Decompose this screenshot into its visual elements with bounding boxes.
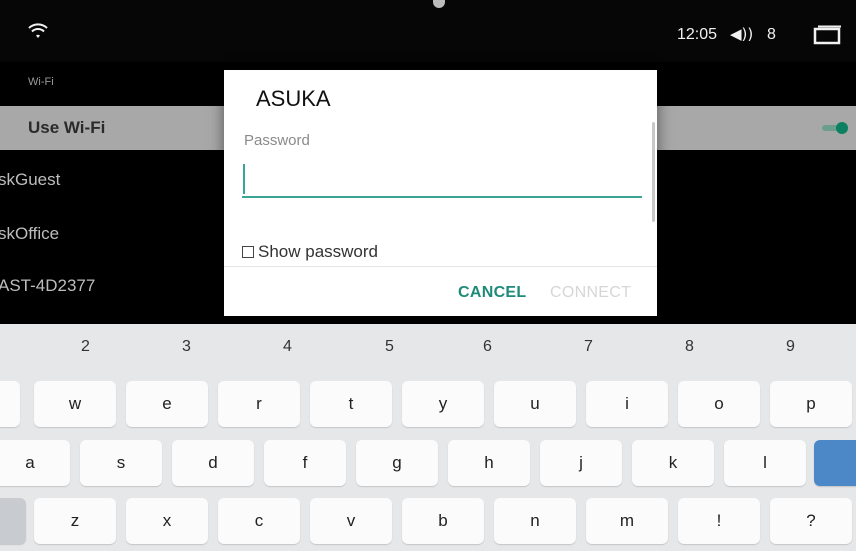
number-key[interactable]: 6 — [483, 338, 492, 356]
key-u[interactable]: u — [494, 381, 576, 427]
number-key[interactable]: 5 — [385, 338, 394, 356]
key-d[interactable]: d — [172, 440, 254, 486]
key-b[interactable]: b — [402, 498, 484, 544]
password-label: Password — [244, 132, 310, 149]
volume-level: 8 — [767, 26, 776, 43]
wifi-toggle[interactable] — [822, 122, 848, 134]
key-s[interactable]: s — [80, 440, 162, 486]
wifi-password-dialog: ASUKA Password Show password CANCEL CONN… — [224, 70, 657, 316]
key-partial[interactable] — [0, 381, 20, 427]
text-cursor — [243, 164, 245, 194]
key-question[interactable]: ? — [770, 498, 852, 544]
key-n[interactable]: n — [494, 498, 576, 544]
key-r[interactable]: r — [218, 381, 300, 427]
top-notch — [433, 0, 445, 8]
key-w[interactable]: w — [34, 381, 116, 427]
key-p[interactable]: p — [770, 381, 852, 427]
key-i[interactable]: i — [586, 381, 668, 427]
checkbox-icon[interactable] — [242, 246, 254, 258]
number-key[interactable]: 4 — [283, 338, 292, 356]
key-e[interactable]: e — [126, 381, 208, 427]
key-a[interactable]: a — [0, 440, 70, 486]
password-input[interactable] — [242, 158, 642, 198]
number-key[interactable]: 8 — [685, 338, 694, 356]
dialog-scrollbar[interactable] — [652, 122, 655, 222]
wifi-icon — [28, 23, 48, 38]
on-screen-keyboard: 2 3 4 5 6 7 8 9 w e r t y u i o p a s d … — [0, 324, 856, 551]
key-h[interactable]: h — [448, 440, 530, 486]
toggle-thumb — [836, 122, 848, 134]
key-z[interactable]: z — [34, 498, 116, 544]
key-l[interactable]: l — [724, 440, 806, 486]
key-k[interactable]: k — [632, 440, 714, 486]
volume-icon: ◀)) — [730, 25, 754, 43]
number-row: 2 3 4 5 6 7 8 9 — [0, 324, 856, 374]
number-key[interactable]: 3 — [182, 338, 191, 356]
cancel-button[interactable]: CANCEL — [458, 284, 526, 302]
use-wifi-label: Use Wi-Fi — [28, 118, 106, 137]
section-header: Wi-Fi — [28, 76, 54, 88]
show-password-checkbox[interactable]: Show password — [242, 242, 378, 262]
clock: 12:05 — [677, 26, 718, 43]
status-bar: 12:05 ◀)) 8 — [0, 0, 856, 62]
network-item[interactable]: skGuest — [0, 170, 60, 190]
dialog-title: ASUKA — [244, 78, 343, 118]
key-m[interactable]: m — [586, 498, 668, 544]
key-g[interactable]: g — [356, 440, 438, 486]
connect-button[interactable]: CONNECT — [550, 284, 631, 302]
network-item[interactable]: AST-4D2377 — [0, 276, 95, 296]
show-password-label: Show password — [258, 242, 379, 261]
enter-key[interactable] — [814, 440, 856, 486]
recent-apps-icon[interactable] — [812, 25, 842, 45]
key-v[interactable]: v — [310, 498, 392, 544]
key-x[interactable]: x — [126, 498, 208, 544]
key-c[interactable]: c — [218, 498, 300, 544]
key-j[interactable]: j — [540, 440, 622, 486]
key-y[interactable]: y — [402, 381, 484, 427]
number-key[interactable]: 7 — [584, 338, 593, 356]
network-item[interactable]: skOffice — [0, 224, 59, 244]
key-exclamation[interactable]: ! — [678, 498, 760, 544]
dialog-divider — [224, 266, 657, 267]
key-o[interactable]: o — [678, 381, 760, 427]
shift-key[interactable] — [0, 498, 26, 544]
number-key[interactable]: 9 — [786, 338, 795, 356]
key-t[interactable]: t — [310, 381, 392, 427]
key-f[interactable]: f — [264, 440, 346, 486]
number-key[interactable]: 2 — [81, 338, 90, 356]
